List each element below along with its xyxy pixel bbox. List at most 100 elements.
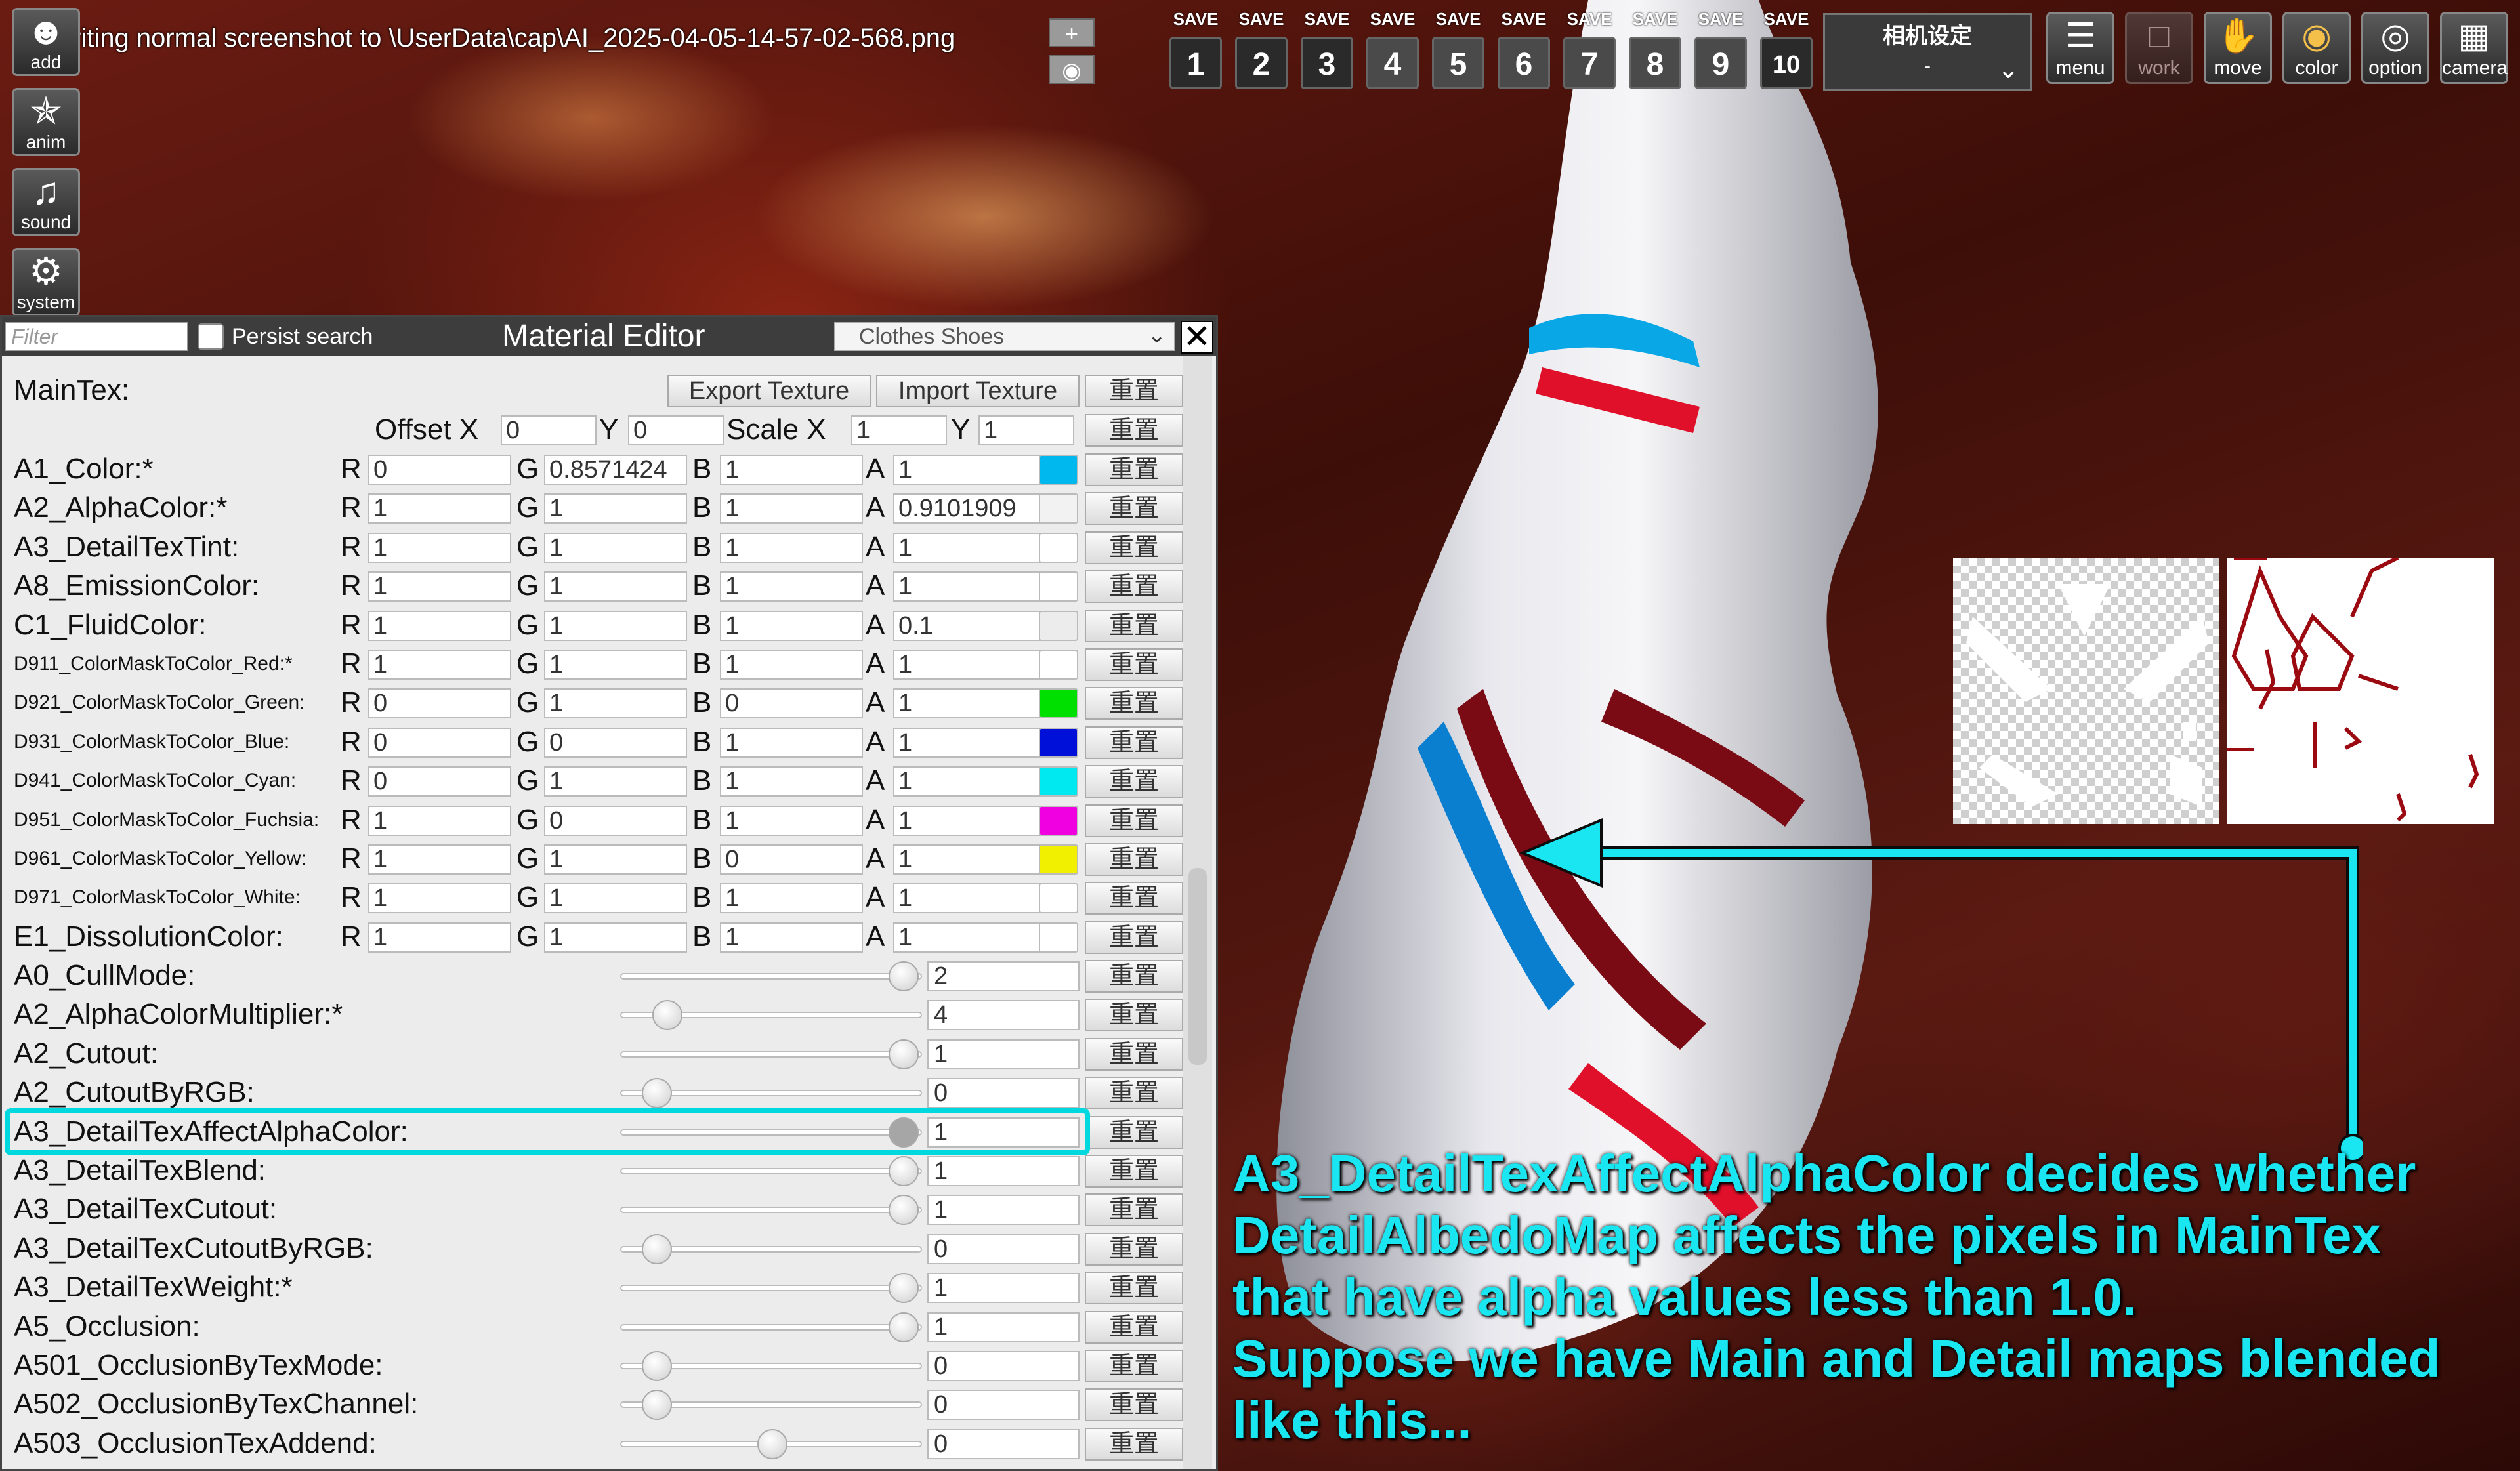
reset-button[interactable]: 重置	[1085, 882, 1183, 915]
reset-button[interactable]: 重置	[1085, 610, 1183, 642]
channel-field-a[interactable]: 1	[893, 650, 1052, 680]
slider-track[interactable]	[620, 1156, 922, 1186]
channel-field-b[interactable]: 1	[720, 766, 863, 797]
channel-field-b[interactable]: 1	[720, 650, 863, 680]
channel-field-g[interactable]: 1	[544, 844, 687, 875]
channel-field-b[interactable]: 1	[720, 493, 863, 524]
scrollbar-thumb[interactable]	[1188, 868, 1207, 1065]
channel-field-a[interactable]: 1	[893, 533, 1052, 563]
slider-value-field[interactable]: 0	[927, 1351, 1080, 1381]
channel-field-b[interactable]: 1	[720, 533, 863, 563]
color-swatch[interactable]	[1039, 611, 1078, 641]
slider-thumb[interactable]	[642, 1078, 672, 1108]
channel-field-g[interactable]: 0	[544, 728, 687, 758]
channel-field-r[interactable]: 1	[368, 650, 511, 680]
channel-field-a[interactable]: 1	[893, 455, 1052, 485]
save-slot-2[interactable]: SAVE 2	[1232, 9, 1290, 94]
color-swatch[interactable]	[1039, 533, 1078, 563]
plus-button[interactable]: +	[1049, 18, 1095, 47]
channel-field-b[interactable]: 1	[720, 922, 863, 953]
channel-field-b[interactable]: 1	[720, 571, 863, 602]
channel-field-b[interactable]: 0	[720, 844, 863, 875]
color-swatch[interactable]	[1039, 728, 1078, 758]
color-button[interactable]: ◉ color	[2282, 12, 2351, 84]
channel-field-a[interactable]: 1	[893, 922, 1052, 953]
reset-button[interactable]: 重置	[1085, 687, 1183, 720]
channel-field-g[interactable]: 1	[544, 922, 687, 953]
channel-field-r[interactable]: 1	[368, 883, 511, 913]
color-swatch[interactable]	[1039, 688, 1078, 718]
channel-field-a[interactable]: 0.9101909	[893, 493, 1052, 524]
add-button[interactable]: ☻ add	[12, 8, 80, 76]
reset-button[interactable]: 重置	[1085, 1233, 1183, 1266]
slider-value-field[interactable]: 1	[927, 1039, 1080, 1069]
slider-track[interactable]	[620, 1429, 922, 1459]
slider-thumb[interactable]	[642, 1234, 672, 1264]
menu-button[interactable]: ☰ menu	[2046, 12, 2114, 84]
category-dropdown[interactable]: Clothes Shoes ⌄	[834, 322, 1175, 351]
slider-value-field[interactable]: 0	[927, 1078, 1080, 1108]
slider-track[interactable]	[620, 1390, 922, 1420]
channel-field-a[interactable]: 1	[893, 883, 1052, 913]
offset-x-field[interactable]: 0	[501, 415, 597, 445]
reset-button[interactable]: 重置	[1085, 726, 1183, 759]
camera-button[interactable]: ▦ camera	[2440, 12, 2508, 84]
import-texture-button[interactable]: Import Texture	[876, 375, 1080, 407]
channel-field-a[interactable]: 1	[893, 766, 1052, 797]
channel-field-a[interactable]: 1	[893, 844, 1052, 875]
slider-value-field[interactable]: 1	[927, 1312, 1080, 1342]
reset-button[interactable]: 重置	[1085, 1311, 1183, 1344]
slider-track[interactable]	[620, 1000, 922, 1030]
channel-field-a[interactable]: 1	[893, 728, 1052, 758]
option-button[interactable]: ◎ option	[2361, 12, 2429, 84]
camera-settings-dropdown[interactable]: 相机设定 - ⌄	[1823, 13, 2032, 91]
reset-button[interactable]: 重置	[1085, 648, 1183, 681]
channel-field-a[interactable]: 0.1	[893, 611, 1052, 641]
channel-field-b[interactable]: 1	[720, 611, 863, 641]
offset-y-field[interactable]: 0	[628, 415, 724, 445]
channel-field-g[interactable]: 1	[544, 883, 687, 913]
channel-field-r[interactable]: 1	[368, 844, 511, 875]
reset-button[interactable]: 重置	[1085, 1272, 1183, 1304]
slider-thumb[interactable]	[652, 1000, 682, 1030]
channel-field-g[interactable]: 1	[544, 493, 687, 524]
reset-button[interactable]: 重置	[1085, 999, 1183, 1031]
reset-button[interactable]: 重置	[1085, 843, 1183, 876]
reset-button[interactable]: 重置	[1085, 531, 1183, 564]
reset-button[interactable]: 重置	[1085, 1350, 1183, 1382]
save-slot-4[interactable]: SAVE 4	[1364, 9, 1421, 94]
channel-field-r[interactable]: 1	[368, 533, 511, 563]
channel-field-g[interactable]: 1	[544, 571, 687, 602]
move-button[interactable]: ✋ move	[2204, 12, 2272, 84]
close-button[interactable]: ✕	[1181, 320, 1213, 354]
save-slot-5[interactable]: SAVE 5	[1429, 9, 1487, 94]
scale-x-field[interactable]: 1	[851, 415, 947, 445]
reset-button[interactable]: 重置	[1085, 570, 1183, 603]
reset-button[interactable]: 重置	[1085, 375, 1183, 407]
reset-button[interactable]: 重置	[1085, 1428, 1183, 1461]
channel-field-b[interactable]: 1	[720, 728, 863, 758]
save-slot-6[interactable]: SAVE 6	[1495, 9, 1553, 94]
slider-thumb[interactable]	[889, 1156, 919, 1186]
reset-button[interactable]: 重置	[1085, 453, 1183, 486]
system-button[interactable]: ⚙ system	[12, 248, 80, 316]
save-slot-3[interactable]: SAVE 3	[1298, 9, 1356, 94]
reset-button[interactable]: 重置	[1085, 1388, 1183, 1421]
channel-field-g[interactable]: 0.8571424	[544, 455, 687, 485]
channel-field-b[interactable]: 1	[720, 806, 863, 836]
color-swatch[interactable]	[1039, 571, 1078, 602]
slider-thumb[interactable]	[757, 1429, 788, 1459]
channel-field-r[interactable]: 0	[368, 688, 511, 718]
channel-field-g[interactable]: 1	[544, 533, 687, 563]
export-texture-button[interactable]: Export Texture	[667, 375, 871, 407]
slider-track[interactable]	[620, 1039, 922, 1069]
color-swatch[interactable]	[1039, 493, 1078, 524]
channel-field-r[interactable]: 1	[368, 611, 511, 641]
slider-thumb[interactable]	[889, 1195, 919, 1225]
slider-thumb[interactable]	[642, 1390, 672, 1420]
save-slot-9[interactable]: SAVE 9	[1692, 9, 1750, 94]
channel-field-b[interactable]: 0	[720, 688, 863, 718]
slider-value-field[interactable]: 1	[927, 1273, 1080, 1303]
slider-value-field[interactable]: 4	[927, 1000, 1080, 1030]
slider-track[interactable]	[620, 1195, 922, 1225]
